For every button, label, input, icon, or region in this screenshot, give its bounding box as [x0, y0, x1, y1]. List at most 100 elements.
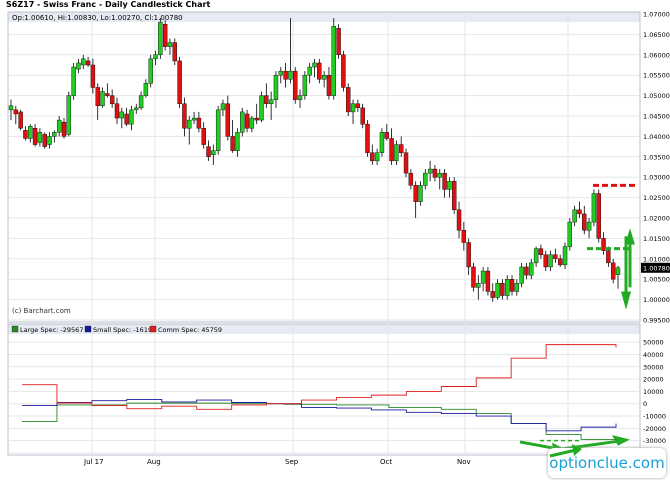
- down-candle: [254, 103, 259, 125]
- down-candle: [466, 238, 471, 276]
- down-candle: [244, 109, 250, 133]
- candle-body: [81, 58, 86, 66]
- candle-body: [331, 26, 336, 96]
- up-candle: [52, 130, 57, 143]
- down-candle: [42, 132, 47, 149]
- down-candle: [326, 67, 332, 100]
- up-candle: [312, 58, 317, 78]
- cot-panel: Large Spec: -29567 Small Spec: -16192 Comm…: [11, 325, 617, 441]
- candle-body: [317, 62, 322, 80]
- up-candle: [273, 71, 279, 108]
- candle-body: [601, 238, 606, 251]
- candle-body: [293, 70, 298, 100]
- up-candle: [76, 58, 81, 74]
- candle-body: [582, 213, 587, 231]
- candle-body: [529, 262, 534, 276]
- cot-y-tick-label: 10000: [643, 388, 664, 396]
- down-candle: [341, 50, 346, 92]
- up-candle: [249, 116, 255, 133]
- legend-label: Small Spec: -16192: [93, 326, 156, 334]
- candle-body: [379, 132, 385, 153]
- candle-body: [66, 95, 72, 135]
- candle-body: [90, 64, 96, 88]
- up-candle: [519, 262, 524, 288]
- candle-body: [577, 209, 582, 215]
- candle-body: [240, 111, 245, 133]
- candle-body: [249, 117, 255, 129]
- up-candle: [158, 18, 163, 59]
- down-candle: [85, 56, 91, 68]
- candle-body: [341, 54, 346, 88]
- candle-body: [374, 152, 380, 162]
- down-candle: [399, 136, 404, 157]
- candle-body: [504, 279, 510, 296]
- candle-body: [321, 74, 327, 80]
- candle-body: [452, 181, 457, 211]
- candle-body: [283, 70, 288, 80]
- up-candle: [153, 50, 158, 65]
- down-candle: [114, 97, 120, 125]
- candle-body: [47, 136, 52, 145]
- candle-body: [56, 119, 62, 133]
- down-candle: [264, 83, 269, 108]
- y-tick-label: 1.03000: [643, 174, 670, 182]
- up-candle: [71, 62, 76, 100]
- ohlc-label: Op:1.00610, Hi:1.00830, Lo:1.00270, Cl:1…: [12, 14, 183, 22]
- candle-body: [572, 209, 577, 223]
- up-candle: [134, 103, 139, 114]
- cot-y-tick-label: -10000: [643, 413, 666, 421]
- up-candle: [480, 266, 486, 292]
- legend-swatch: [11, 325, 19, 333]
- up-candle: [28, 124, 33, 143]
- up-candle: [615, 265, 621, 289]
- candle-body: [480, 270, 486, 284]
- candle-body: [360, 107, 365, 125]
- down-candle: [452, 177, 457, 214]
- candle-body: [177, 60, 182, 104]
- down-candle: [365, 120, 370, 157]
- candle-body: [201, 128, 206, 145]
- down-candle: [524, 262, 529, 280]
- y-tick-label: 1.00000: [643, 296, 670, 304]
- candle-body: [206, 146, 211, 158]
- cot-y-tick-label: 20000: [643, 376, 664, 384]
- up-candle: [302, 71, 308, 100]
- down-candle: [408, 169, 414, 190]
- down-candle: [283, 62, 288, 88]
- candle-body: [548, 254, 553, 268]
- down-candle: [61, 118, 67, 139]
- down-candle: [18, 109, 23, 131]
- cot-y-tick-label: -30000: [643, 437, 666, 445]
- up-candle: [572, 205, 577, 227]
- down-candle: [543, 250, 548, 272]
- down-candle: [230, 120, 235, 153]
- candle-body: [586, 221, 592, 231]
- candle-body: [235, 132, 240, 151]
- down-candle: [293, 67, 298, 104]
- up-candle: [100, 87, 105, 108]
- candle-body: [456, 209, 462, 231]
- candle-body: [365, 123, 370, 153]
- candle-body: [591, 193, 597, 223]
- candle-body: [28, 125, 33, 139]
- candle-body: [485, 270, 491, 292]
- down-candle: [162, 20, 168, 51]
- candle-body: [158, 21, 163, 55]
- up-candle: [119, 107, 125, 129]
- up-candle: [81, 54, 86, 70]
- up-candle: [187, 116, 192, 145]
- up-candle: [307, 62, 312, 84]
- down-candle: [577, 201, 582, 218]
- candle-body: [23, 130, 28, 139]
- down-candle: [471, 262, 476, 292]
- candle-body: [52, 132, 57, 137]
- candle-body: [307, 66, 312, 76]
- candle-body: [384, 132, 389, 139]
- up-candle: [548, 250, 553, 272]
- x-tick-label: Jul 17: [83, 458, 104, 466]
- candle-body: [476, 283, 481, 288]
- down-candle: [182, 97, 187, 137]
- cot-y-tick-label: -20000: [643, 425, 666, 433]
- candle-body: [37, 132, 43, 143]
- legend-swatch: [149, 325, 157, 333]
